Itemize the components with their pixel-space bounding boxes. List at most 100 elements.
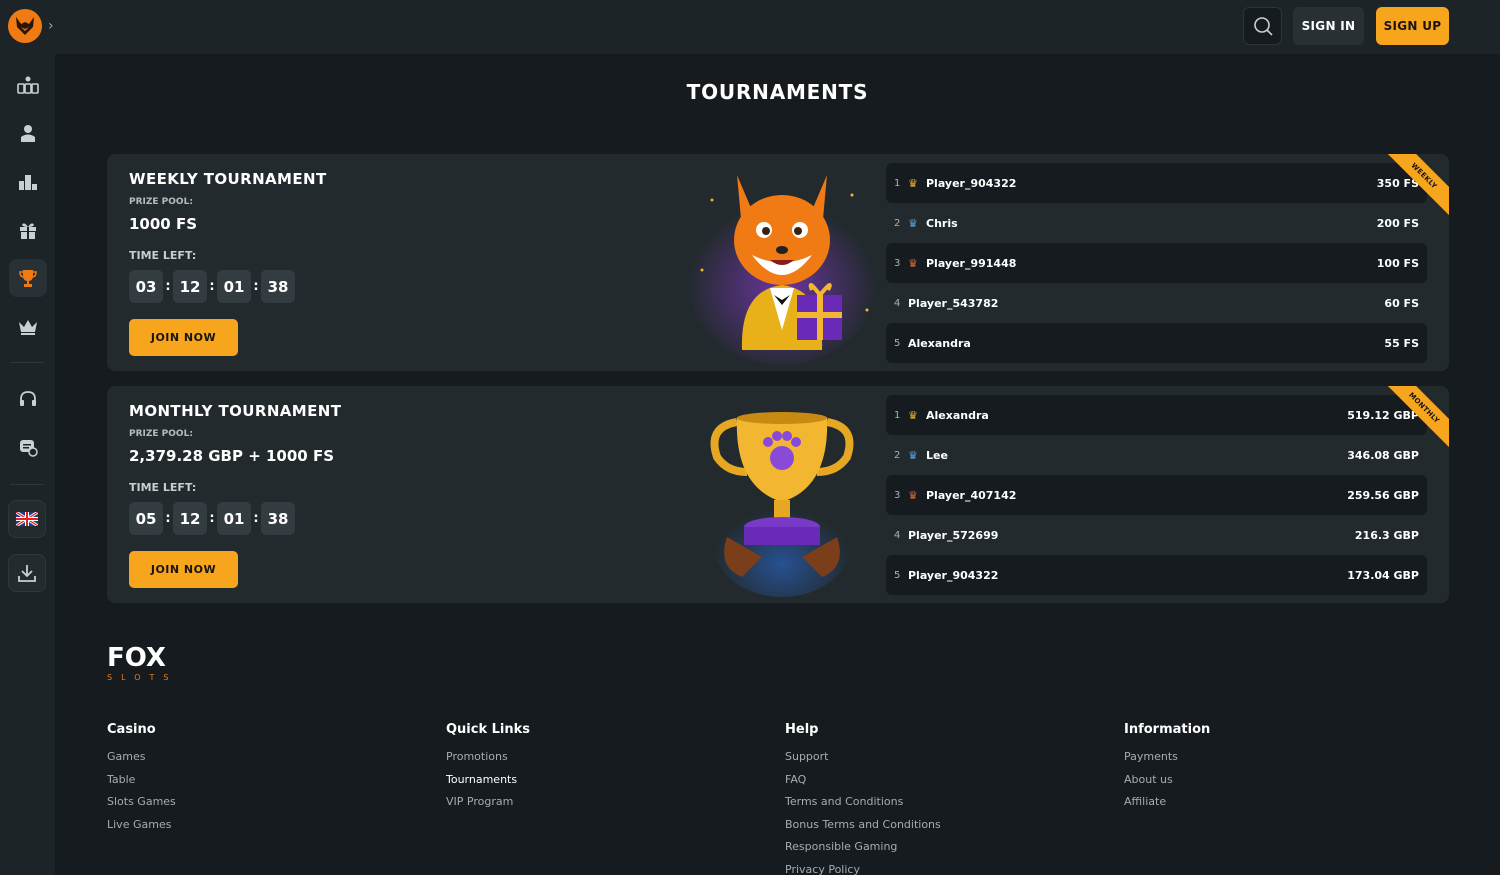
- crown-icon[interactable]: [9, 308, 47, 346]
- footer-link-promotions[interactable]: Promotions: [446, 749, 530, 772]
- leaderboard-row: 5 Alexandra 55 FS: [886, 323, 1427, 363]
- footer-link-faq[interactable]: FAQ: [785, 772, 941, 795]
- footer-link-games[interactable]: Games: [107, 749, 176, 772]
- rank: 3: [894, 489, 901, 501]
- leaderboard-icon[interactable]: [9, 162, 47, 200]
- trophy-icon[interactable]: [9, 259, 47, 297]
- leaderboard-row: 2 ♛ Lee 346.08 GBP: [886, 435, 1427, 475]
- footer-column-title: Help: [785, 722, 819, 737]
- silver-crown-icon: ♛: [908, 448, 918, 462]
- leaderboard-row: 4 Player_543782 60 FS: [886, 283, 1427, 323]
- live-dealer-icon[interactable]: [9, 114, 47, 152]
- player-name: Lee: [926, 448, 948, 462]
- sign-in-button[interactable]: SIGN IN: [1293, 7, 1364, 45]
- logo-subtitle: SLOTS: [107, 673, 178, 682]
- sign-up-button[interactable]: SIGN UP: [1376, 7, 1449, 45]
- leaderboard-row: 3 ♛ Player_407142 259.56 GBP: [886, 475, 1427, 515]
- weekly-leaderboard: 1 ♛ Player_904322 350 FS 2 ♛ Chris 200 F…: [886, 163, 1427, 363]
- timer-minutes: 01: [217, 270, 251, 303]
- rank: 4: [894, 297, 901, 309]
- timer-seconds: 38: [261, 502, 295, 535]
- footer-link-live-games[interactable]: Live Games: [107, 817, 176, 840]
- footer-column-help: Help Support FAQ Terms and Conditions Bo…: [785, 722, 941, 875]
- footer-column-title: Information: [1124, 722, 1211, 737]
- footer-logo[interactable]: FOX SLOTS: [107, 645, 178, 682]
- player-score: 173.04 GBP: [1347, 568, 1419, 582]
- rank: 5: [894, 569, 901, 581]
- time-left-label: TIME LEFT:: [129, 481, 197, 494]
- footer-link-payments[interactable]: Payments: [1124, 749, 1210, 772]
- footer-link-responsible-gaming[interactable]: Responsible Gaming: [785, 839, 941, 862]
- uk-flag-icon[interactable]: [8, 500, 46, 538]
- weekly-tournament-card: WEEKLY TOURNAMENT PRIZE POOL: 1000 FS TI…: [107, 154, 1449, 371]
- leaderboard-row: 1 ♛ Alexandra 519.12 GBP: [886, 395, 1427, 435]
- countdown-timer: 03 : 12 : 01 : 38: [129, 270, 295, 303]
- player-name: Player_572699: [908, 528, 999, 542]
- player-name: Player_991448: [926, 256, 1017, 270]
- footer-column-quick-links: Quick Links Promotions Tournaments VIP P…: [446, 722, 530, 817]
- gold-crown-icon: ♛: [908, 176, 918, 190]
- rank: 4: [894, 529, 901, 541]
- timer-days: 05: [129, 502, 163, 535]
- gold-crown-icon: ♛: [908, 408, 918, 422]
- countdown-timer: 05 : 12 : 01 : 38: [129, 502, 295, 535]
- rank: 5: [894, 337, 901, 349]
- prize-pool-label: PRIZE POOL:: [129, 429, 193, 439]
- footer-link-tournaments[interactable]: Tournaments: [446, 772, 530, 795]
- download-icon[interactable]: [8, 554, 46, 592]
- rank: 2: [894, 217, 901, 229]
- player-name: Chris: [926, 216, 958, 230]
- footer-column-information: Information Payments About us Affiliate: [1124, 722, 1210, 817]
- player-name: Alexandra: [908, 336, 971, 350]
- footer-link-table[interactable]: Table: [107, 772, 176, 795]
- join-now-button[interactable]: JOIN NOW: [129, 551, 238, 588]
- headset-icon[interactable]: [9, 380, 47, 418]
- player-score: 259.56 GBP: [1347, 488, 1419, 502]
- player-score: 216.3 GBP: [1354, 528, 1419, 542]
- sidebar-divider: [10, 484, 44, 485]
- gift-icon[interactable]: [9, 211, 47, 249]
- timer-days: 03: [129, 270, 163, 303]
- footer-link-bonus-terms[interactable]: Bonus Terms and Conditions: [785, 817, 941, 840]
- prize-pool-label: PRIZE POOL:: [129, 197, 193, 207]
- player-name: Player_407142: [926, 488, 1017, 502]
- footer-link-support[interactable]: Support: [785, 749, 941, 772]
- logo-wordmark: FOX: [107, 643, 166, 673]
- rank: 1: [894, 177, 901, 189]
- fox-logo-icon[interactable]: [8, 9, 42, 43]
- search-button[interactable]: [1243, 7, 1282, 45]
- player-name: Player_904322: [926, 176, 1017, 190]
- timer-hours: 12: [173, 502, 207, 535]
- prize-pool-value: 1000 FS: [129, 215, 198, 233]
- player-name: Alexandra: [926, 408, 989, 422]
- footer-link-terms[interactable]: Terms and Conditions: [785, 794, 941, 817]
- leaderboard-row: 3 ♛ Player_991448 100 FS: [886, 243, 1427, 283]
- player-score: 55 FS: [1384, 336, 1419, 350]
- footer-link-privacy-policy[interactable]: Privacy Policy: [785, 862, 941, 875]
- monthly-leaderboard: 1 ♛ Alexandra 519.12 GBP 2 ♛ Lee 346.08 …: [886, 395, 1427, 595]
- fox-mascot-illustration: [687, 175, 877, 365]
- silver-crown-icon: ♛: [908, 216, 918, 230]
- footer-link-affiliate[interactable]: Affiliate: [1124, 794, 1210, 817]
- player-score: 519.12 GBP: [1347, 408, 1419, 422]
- bronze-crown-icon: ♛: [908, 488, 918, 502]
- leaderboard-row: 5 Player_904322 173.04 GBP: [886, 555, 1427, 595]
- expand-sidebar-icon[interactable]: ›: [48, 18, 54, 34]
- page-title: TOURNAMENTS: [686, 80, 869, 104]
- time-left-label: TIME LEFT:: [129, 249, 197, 262]
- footer-link-slots-games[interactable]: Slots Games: [107, 794, 176, 817]
- timer-seconds: 38: [261, 270, 295, 303]
- player-score: 200 FS: [1376, 216, 1419, 230]
- casino-games-icon[interactable]: [9, 66, 47, 104]
- prize-pool-value: 2,379.28 GBP + 1000 FS: [129, 447, 335, 465]
- search-icon: [1253, 17, 1273, 36]
- monthly-tournament-card: MONTHLY TOURNAMENT PRIZE POOL: 2,379.28 …: [107, 386, 1449, 603]
- timer-minutes: 01: [217, 502, 251, 535]
- join-now-button[interactable]: JOIN NOW: [129, 319, 238, 356]
- footer-link-vip-program[interactable]: VIP Program: [446, 794, 530, 817]
- rank: 3: [894, 257, 901, 269]
- chat-support-icon[interactable]: [9, 428, 47, 466]
- leaderboard-row: 4 Player_572699 216.3 GBP: [886, 515, 1427, 555]
- rank: 1: [894, 409, 901, 421]
- footer-link-about-us[interactable]: About us: [1124, 772, 1210, 795]
